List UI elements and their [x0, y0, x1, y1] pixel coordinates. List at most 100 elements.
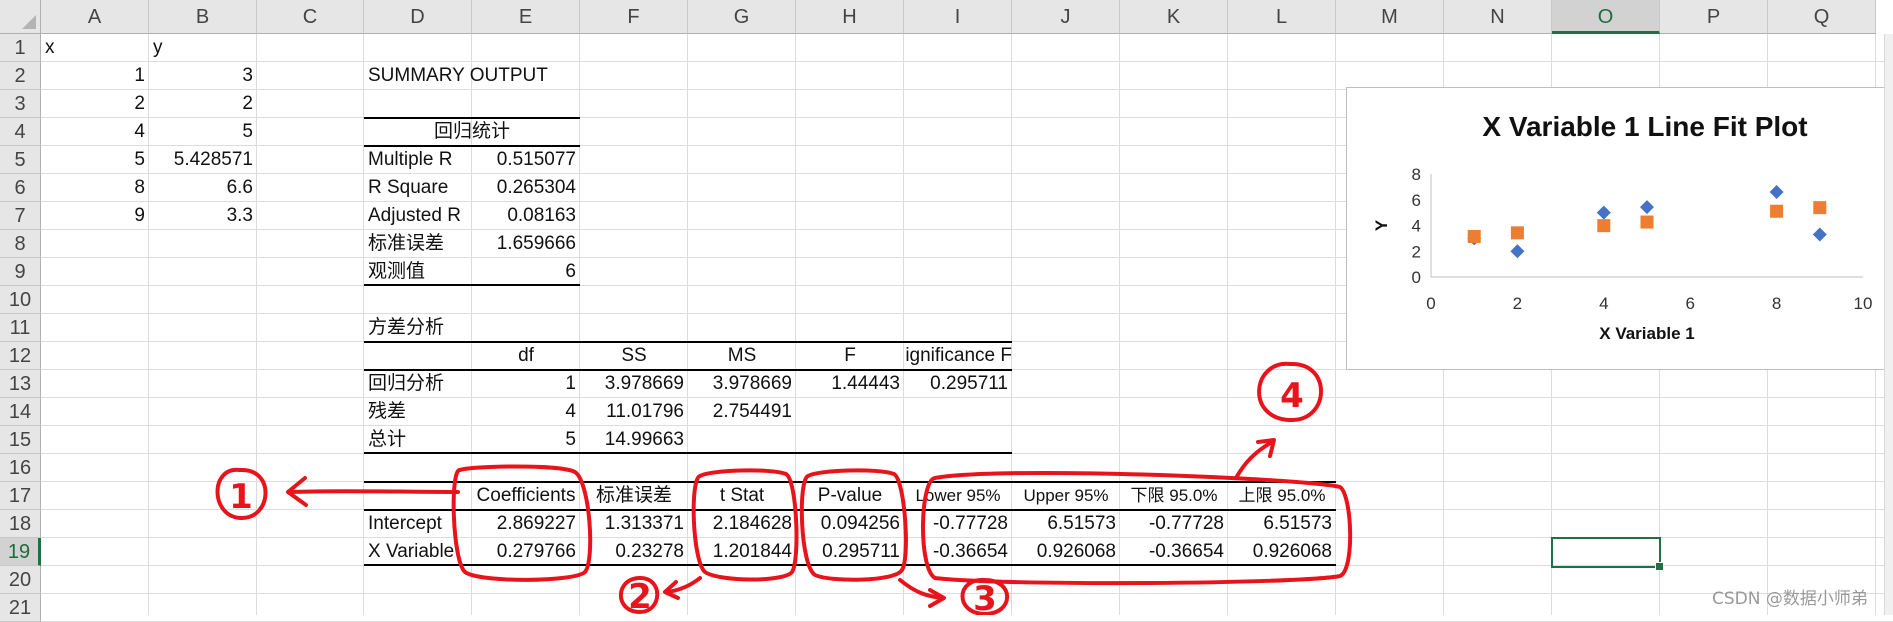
- select-all-corner[interactable]: [0, 0, 41, 34]
- input-y-value: 3: [242, 65, 253, 86]
- row-header-4[interactable]: 4: [0, 118, 41, 146]
- coefficients-value: -0.77728: [932, 513, 1008, 534]
- x-tick-label: 6: [1685, 294, 1694, 313]
- column-header-k[interactable]: K: [1120, 0, 1228, 34]
- coefficients-column-header: Lower 95%: [915, 486, 1001, 505]
- x-tick-label: 8: [1772, 294, 1781, 313]
- regression-stat-label: R Square: [368, 177, 449, 198]
- regression-stat-label: Multiple R: [368, 149, 453, 170]
- column-header-m[interactable]: M: [1336, 0, 1444, 34]
- stats-top-border: [364, 117, 580, 119]
- column-header-f[interactable]: F: [580, 0, 688, 34]
- coefficients-value: 1.313371: [604, 513, 684, 534]
- row-header-14[interactable]: 14: [0, 398, 41, 426]
- row-header-10[interactable]: 10: [0, 286, 41, 314]
- input-x-value: 8: [134, 177, 145, 198]
- row-gridline: [41, 61, 1893, 62]
- anova-column-header: MS: [727, 345, 757, 366]
- input-x-value: 5: [134, 149, 145, 170]
- anova-column-header: df: [518, 345, 534, 366]
- y-tick-label: 2: [1412, 242, 1421, 261]
- row-header-7[interactable]: 7: [0, 202, 41, 230]
- anova-value: 11.01796: [606, 401, 684, 422]
- coefficients-value: 0.926068: [1252, 541, 1332, 562]
- column-header-j[interactable]: J: [1012, 0, 1120, 34]
- coefficients-value: 2.869227: [496, 513, 576, 534]
- row-header-9[interactable]: 9: [0, 258, 41, 286]
- row-header-15[interactable]: 15: [0, 426, 41, 454]
- row-header-21[interactable]: 21: [0, 594, 41, 622]
- coefficients-column-header: 下限 95.0%: [1130, 486, 1218, 505]
- column-header-i[interactable]: I: [904, 0, 1012, 34]
- row-header-6[interactable]: 6: [0, 174, 41, 202]
- anova-title: 方差分析: [368, 317, 445, 338]
- fill-handle[interactable]: [1655, 562, 1664, 571]
- anova-column-header: SS: [621, 345, 647, 366]
- coefficients-row-label: X Variable: [368, 541, 455, 562]
- row-header-16[interactable]: 16: [0, 454, 41, 482]
- input-x-value: 9: [134, 205, 145, 226]
- input-y-value: 5.428571: [173, 149, 253, 170]
- coefficients-column-header: t Stat: [719, 485, 765, 506]
- row-gridline: [41, 593, 1893, 594]
- active-cell[interactable]: [1551, 537, 1664, 571]
- row-header-13[interactable]: 13: [0, 370, 41, 398]
- vertical-scrollbar[interactable]: [1884, 34, 1893, 615]
- row-header-2[interactable]: 2: [0, 62, 41, 90]
- column-header-p[interactable]: P: [1660, 0, 1768, 34]
- regression-stat-label: Adjusted R: [368, 205, 461, 226]
- coefficients-value: -0.36654: [932, 541, 1008, 562]
- anova-value: 1.44443: [831, 373, 900, 394]
- x-tick-label: 4: [1599, 294, 1608, 313]
- x-tick-label: 0: [1426, 294, 1435, 313]
- input-y-value: 2: [242, 93, 253, 114]
- anova-value: 3.978669: [712, 373, 792, 394]
- y-tick-label: 8: [1412, 165, 1421, 184]
- line-fit-plot-chart[interactable]: X Variable 1 Line Fit Plot 0 2 4 6 8 10 0 2 4 6 8 X …: [1346, 87, 1888, 370]
- predicted-y-point: [1597, 219, 1611, 233]
- column-header-d[interactable]: D: [364, 0, 472, 34]
- row-header-1[interactable]: 1: [0, 34, 41, 62]
- regression-stat-value: 0.08163: [507, 205, 576, 226]
- column-header-c[interactable]: C: [257, 0, 364, 34]
- row-header-18[interactable]: 18: [0, 510, 41, 538]
- row-header-20[interactable]: 20: [0, 566, 41, 594]
- column-header-n[interactable]: N: [1444, 0, 1552, 34]
- row-header-8[interactable]: 8: [0, 230, 41, 258]
- column-header-h[interactable]: H: [796, 0, 904, 34]
- row-header-19[interactable]: 19: [0, 538, 41, 566]
- regression-stat-value: 0.265304: [496, 177, 576, 198]
- regression-stat-value: 0.515077: [496, 149, 576, 170]
- coef-top-border: [364, 481, 1336, 483]
- coefficients-value: 1.201844: [712, 541, 792, 562]
- row-header-3[interactable]: 3: [0, 90, 41, 118]
- row-header-11[interactable]: 11: [0, 314, 41, 342]
- column-header-b[interactable]: B: [149, 0, 257, 34]
- regression-stat-value: 6: [565, 261, 576, 282]
- column-header-e[interactable]: E: [472, 0, 580, 34]
- stats-header-border: [364, 145, 580, 147]
- column-header-l[interactable]: L: [1228, 0, 1336, 34]
- row-header-17[interactable]: 17: [0, 482, 41, 510]
- column-header-g[interactable]: G: [688, 0, 796, 34]
- predicted-y-point: [1813, 201, 1827, 215]
- column-header-q[interactable]: Q: [1768, 0, 1876, 34]
- summary-title: SUMMARY OUTPUT: [368, 65, 548, 86]
- anova-value: 3.978669: [604, 373, 684, 394]
- observed-y-point: [1812, 227, 1827, 242]
- row-header-5[interactable]: 5: [0, 146, 41, 174]
- select-all-triangle-icon: [22, 15, 36, 29]
- regression-stat-label: 标准误差: [368, 233, 445, 254]
- column-header-a[interactable]: A: [41, 0, 149, 34]
- anova-value: 0.295711: [930, 373, 1008, 394]
- y-tick-label: 4: [1412, 217, 1421, 236]
- chart-svg: X Variable 1 Line Fit Plot 0 2 4 6 8 10 0 2 4 6 8 X …: [1372, 111, 1872, 343]
- coefficients-value: 0.279766: [496, 541, 576, 562]
- anova-value: 4: [565, 401, 576, 422]
- anova-header-border: [364, 369, 1012, 371]
- coefficients-column-header: 标准误差: [595, 485, 672, 506]
- row-header-12[interactable]: 12: [0, 342, 41, 370]
- column-header-o[interactable]: O: [1552, 0, 1660, 34]
- observed-y-point: [1596, 205, 1611, 220]
- y-tick-label: 6: [1412, 191, 1421, 210]
